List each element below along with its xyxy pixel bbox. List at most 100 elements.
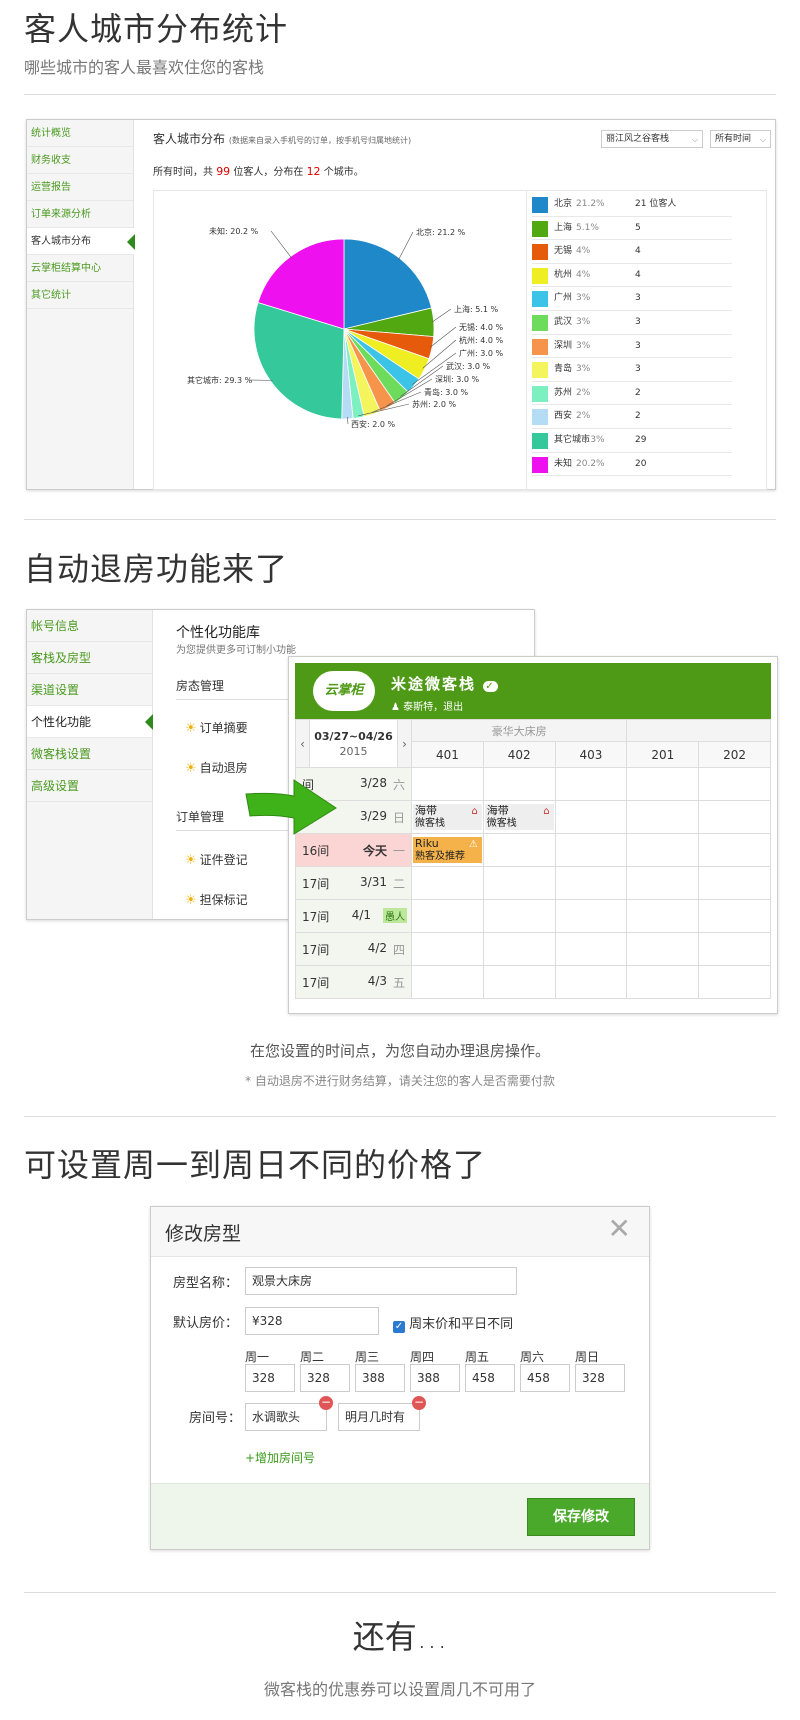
room-cell[interactable] xyxy=(554,866,628,900)
room-cell[interactable] xyxy=(626,767,700,801)
room-cell[interactable] xyxy=(411,899,484,933)
room-cell[interactable] xyxy=(411,767,484,801)
room-cell[interactable] xyxy=(554,965,628,999)
room-cell[interactable] xyxy=(411,965,484,999)
room-cell[interactable] xyxy=(698,899,771,933)
room-cell[interactable] xyxy=(482,965,556,999)
room-cell[interactable] xyxy=(554,899,628,933)
room-cell[interactable] xyxy=(554,767,628,801)
room-cell[interactable] xyxy=(698,800,771,834)
auto-checkout-caption: 在您设置的时间点，为您自动办理退房操作。 xyxy=(249,1042,550,1060)
room-number-input[interactable]: 水调歌头 xyxy=(245,1403,327,1431)
inn-select[interactable]: 丽江风之谷客栈 ⌵ xyxy=(601,130,703,148)
user-line[interactable]: ♟ 泰斯特，退出 xyxy=(391,698,463,713)
day-label: 周日 xyxy=(575,1350,600,1364)
legend-count: 4 xyxy=(635,246,641,257)
room-cell[interactable] xyxy=(626,800,700,834)
edit-room-dialog: 修改房型 ✕ 房型名称： 观景大床房 默认房价： ¥328 ✓ 周末价和平日不同… xyxy=(150,1206,650,1550)
sidebar-item-finance[interactable]: 财务收支 xyxy=(27,147,133,174)
room-cell[interactable] xyxy=(698,866,771,900)
room-cell[interactable] xyxy=(482,866,556,900)
legend-pct: 3% xyxy=(576,364,591,375)
save-button[interactable]: 保存修改 xyxy=(527,1498,635,1536)
room-cell[interactable] xyxy=(482,932,556,966)
sidebar-item-channel[interactable]: 渠道设置 xyxy=(27,674,152,706)
feature-order-summary[interactable]: ☀ 订单摘要 xyxy=(185,719,248,736)
room-cell[interactable] xyxy=(411,866,484,900)
day-price-input[interactable]: 328 xyxy=(300,1364,350,1392)
section4-title: 还有... xyxy=(352,1618,448,1656)
room-cell[interactable] xyxy=(698,833,771,867)
room-cell[interactable] xyxy=(482,767,556,801)
room-cell[interactable] xyxy=(698,932,771,966)
remove-icon[interactable]: − xyxy=(412,1396,426,1410)
room-cell[interactable] xyxy=(626,866,700,900)
date-range[interactable]: 03/27~04/26 2015 xyxy=(309,719,398,768)
sidebar-item-account[interactable]: 帐号信息 xyxy=(27,610,152,642)
date-text: 3/28 xyxy=(360,775,387,790)
day-label: 周一 xyxy=(245,1350,270,1364)
pie-label: 无锡: 4.0 % xyxy=(459,323,504,332)
room-cell[interactable] xyxy=(698,767,771,801)
room-cell[interactable] xyxy=(626,965,700,999)
day-price-input[interactable]: 458 xyxy=(520,1364,570,1392)
day-price-input[interactable]: 388 xyxy=(355,1364,405,1392)
room-cell[interactable] xyxy=(554,800,628,834)
chart-legend: 北京 21.2% 21 位客人 上海 5.1% 5 无锡 4% 4 杭州 4% 4 广州 3% 3 武汉 3% 3… xyxy=(532,193,732,477)
weekend-toggle[interactable]: ✓ 周末价和平日不同 xyxy=(393,1313,513,1333)
room-cell[interactable] xyxy=(554,932,628,966)
room-cell[interactable] xyxy=(482,899,556,933)
sidebar-item-overview[interactable]: 统计概览 xyxy=(27,120,133,147)
feature-id-register[interactable]: ☀ 证件登记 xyxy=(185,851,248,868)
sidebar-item-micro-inn[interactable]: 微客栈设置 xyxy=(27,738,152,770)
checkbox-checked-icon[interactable]: ✓ xyxy=(393,1321,405,1333)
sidebar-item-city[interactable]: 客人城市分布 xyxy=(27,228,135,255)
legend-row: 青岛 3% 3 xyxy=(532,358,732,382)
next-arrow-icon[interactable]: › xyxy=(397,719,412,768)
room-cell[interactable] xyxy=(482,833,556,867)
room-cell[interactable] xyxy=(698,965,771,999)
divider xyxy=(24,1116,776,1117)
day-price-input[interactable]: 328 xyxy=(245,1364,295,1392)
feature-guarantee[interactable]: ☀ 担保标记 xyxy=(185,891,248,908)
remove-icon[interactable]: − xyxy=(319,1396,333,1410)
sidebar-item-order-source[interactable]: 订单来源分析 xyxy=(27,201,133,228)
sidebar-item-inn-rooms[interactable]: 客栈及房型 xyxy=(27,642,152,674)
prev-arrow-icon[interactable]: ‹ xyxy=(295,719,310,768)
feature-auto-checkout[interactable]: ☀ 自动退房 xyxy=(185,759,248,776)
sun-icon: ☀ xyxy=(185,853,197,868)
sidebar-item-personalize[interactable]: 个性化功能 xyxy=(27,706,153,738)
room-number-input[interactable]: 明月几时有 xyxy=(338,1403,420,1431)
room-cell[interactable]: 海带 微客栈 ⌂ xyxy=(482,800,556,834)
day-price-input[interactable]: 328 xyxy=(575,1364,625,1392)
sidebar-item-settlement[interactable]: 云掌柜结算中心 xyxy=(27,255,133,282)
divider xyxy=(176,699,296,700)
room-cell[interactable]: Riku 熟客及推荐 ⚠ xyxy=(411,833,484,867)
sidebar-item-report[interactable]: 运营报告 xyxy=(27,174,133,201)
sidebar-item-advanced[interactable]: 高级设置 xyxy=(27,770,152,802)
close-icon[interactable]: ✕ xyxy=(608,1213,631,1245)
room-cell[interactable]: 海带 微客栈 ⌂ xyxy=(411,800,484,834)
room-cell[interactable] xyxy=(626,833,700,867)
day-price-input[interactable]: 458 xyxy=(465,1364,515,1392)
weekday-text: 一 xyxy=(392,843,405,858)
booking-block[interactable]: 海带 微客栈 ⌂ xyxy=(484,804,554,830)
time-select[interactable]: 所有时间 ⌵ xyxy=(710,130,771,148)
day-price-input[interactable]: 388 xyxy=(410,1364,460,1392)
add-room-link[interactable]: +增加房间号 xyxy=(245,1449,315,1466)
chart-box: 北京: 21.2 % 上海: 5.1 % 无锡: 4.0 % 杭州: 4.0 % 广州:… xyxy=(153,190,767,490)
room-cell[interactable] xyxy=(411,932,484,966)
booking-block[interactable]: Riku 熟客及推荐 ⚠ xyxy=(413,837,482,863)
legend-count: 2 xyxy=(635,387,641,398)
sidebar-item-other[interactable]: 其它统计 xyxy=(27,282,133,309)
legend-pct: 4% xyxy=(576,269,591,280)
default-price-input[interactable]: ¥328 xyxy=(245,1307,379,1335)
room-cell[interactable] xyxy=(554,833,628,867)
chart-divider xyxy=(526,191,527,489)
legend-count: 5 xyxy=(635,222,641,233)
room-name-input[interactable]: 观景大床房 xyxy=(245,1267,517,1295)
booking-block[interactable]: 海带 微客栈 ⌂ xyxy=(413,804,482,830)
room-cell[interactable] xyxy=(626,899,700,933)
room-cell[interactable] xyxy=(626,932,700,966)
legend-swatch xyxy=(532,409,548,426)
